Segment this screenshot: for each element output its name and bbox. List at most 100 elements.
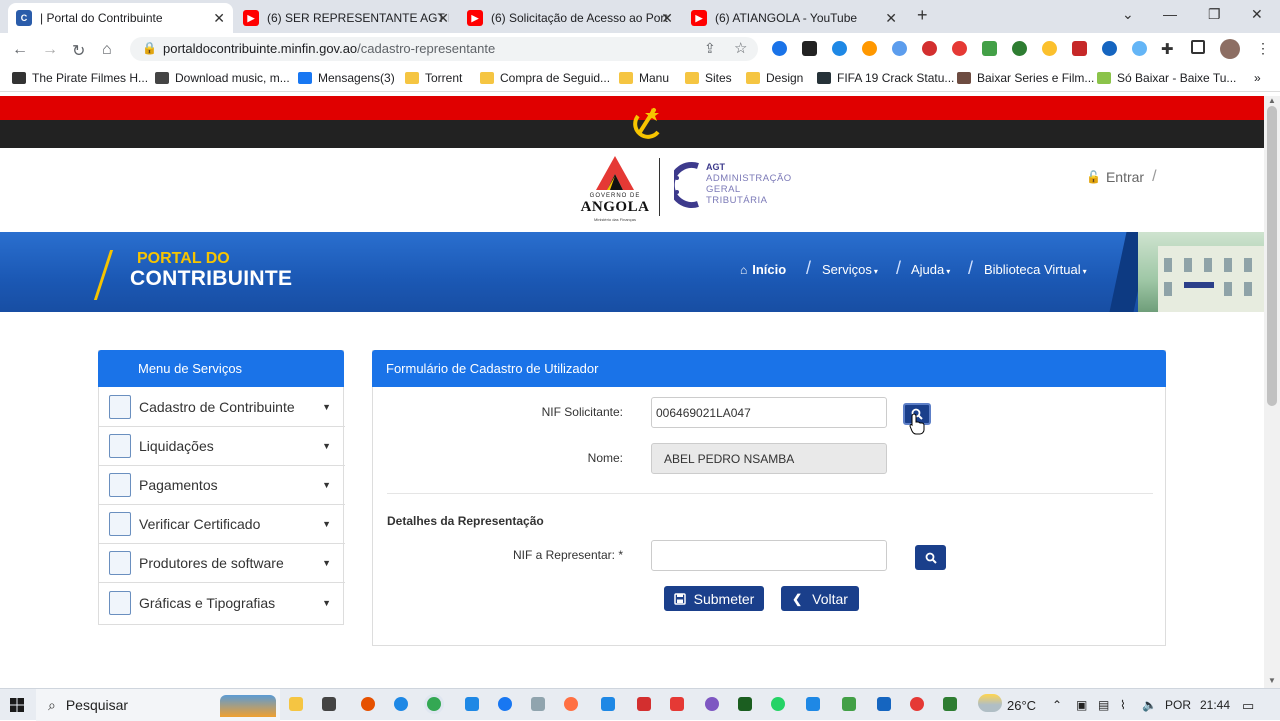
taskbar-app-icon[interactable] [943, 697, 957, 711]
extension-icon[interactable] [862, 41, 877, 56]
new-tab-button[interactable]: + [917, 5, 928, 26]
forward-arrow-icon[interactable]: → [42, 41, 58, 59]
volume-icon[interactable]: 🔈 [1142, 698, 1157, 712]
bookmark-item[interactable]: Download music, m... [155, 71, 290, 85]
firefox-icon[interactable] [564, 697, 578, 711]
notifications-icon[interactable]: ▭ [1242, 698, 1254, 714]
windows-start-icon[interactable] [10, 698, 24, 712]
excel-icon[interactable] [738, 697, 752, 711]
bookmark-folder[interactable]: Design [746, 71, 803, 85]
scroll-down-icon[interactable]: ▼ [1268, 676, 1276, 685]
extension-icon[interactable] [832, 41, 847, 56]
bookmark-folder[interactable]: Sites [685, 71, 732, 85]
taskbar-app-icon[interactable] [670, 697, 684, 711]
reload-icon[interactable]: ↻ [72, 41, 85, 61]
page-scrollbar[interactable]: ▲ ▼ [1264, 96, 1280, 688]
taskbar-app-icon[interactable] [705, 697, 719, 711]
close-tab-icon[interactable]: ✕ [437, 10, 449, 27]
extension-icon[interactable] [922, 41, 937, 56]
tab-portal-contribuinte[interactable]: C | Portal do Contribuinte ✕ [8, 3, 233, 33]
menu-item-graficas-tipografias[interactable]: Gráficas e Tipografias ▼ [99, 583, 345, 622]
bookmark-item[interactable]: FIFA 19 Crack Statu... [817, 71, 954, 85]
scrollbar-thumb[interactable] [1267, 106, 1277, 406]
extension-icon[interactable] [772, 41, 787, 56]
search-representative-button[interactable] [915, 545, 946, 570]
tab-solicitacao-acesso[interactable]: ▶ (6) Solicitação de Acesso ao Port ✕ [459, 3, 681, 33]
nav-servicos[interactable]: Serviços ▾ [822, 262, 878, 277]
weather-cloud-icon[interactable] [978, 694, 1002, 712]
login-link[interactable]: 🔓 Entrar / [1086, 168, 1157, 186]
side-panel-icon[interactable] [1191, 40, 1205, 54]
taskbar-app-icon[interactable] [910, 697, 924, 711]
extension-icon[interactable] [1072, 41, 1087, 56]
file-explorer-icon[interactable] [289, 697, 303, 711]
taskbar-app-icon[interactable] [361, 697, 375, 711]
nif-solicitante-input[interactable] [651, 397, 887, 428]
bookmark-folder[interactable]: Torrent [405, 71, 462, 85]
back-button[interactable]: ❮ Voltar [781, 586, 859, 611]
extension-icon[interactable] [982, 41, 997, 56]
nav-inicio[interactable]: ⌂ Início [740, 262, 786, 277]
back-arrow-icon[interactable]: ← [12, 41, 28, 59]
nav-ajuda[interactable]: Ajuda ▾ [911, 262, 950, 277]
bookmarks-overflow-icon[interactable]: » [1254, 71, 1261, 85]
clock-time[interactable]: 21:44 [1200, 698, 1230, 712]
whatsapp-icon[interactable] [771, 697, 785, 711]
language-indicator[interactable]: POR [1165, 698, 1191, 712]
restore-icon[interactable]: ❐ [1208, 6, 1221, 23]
browser-menu-icon[interactable]: ⋮ [1256, 40, 1270, 57]
menu-item-produtores-software[interactable]: Produtores de software ▼ [99, 544, 345, 583]
taskbar-app-icon[interactable] [806, 697, 820, 711]
bookmark-folder[interactable]: Manu [619, 71, 669, 85]
address-bar[interactable]: 🔒 portaldocontribuinte.minfin.gov.ao/cad… [130, 37, 758, 61]
extension-icon[interactable] [1132, 41, 1147, 56]
home-icon[interactable]: ⌂ [102, 41, 112, 59]
extension-icon[interactable] [802, 41, 817, 56]
extensions-puzzle-icon[interactable]: ✚ [1161, 40, 1174, 58]
close-tab-icon[interactable]: ✕ [661, 10, 673, 27]
menu-item-pagamentos[interactable]: Pagamentos ▼ [99, 466, 345, 505]
bookmark-folder[interactable]: Compra de Seguid... [480, 71, 610, 85]
network-icon[interactable]: ⌇ [1120, 698, 1126, 712]
bookmark-item[interactable]: The Pirate Filmes H... [12, 71, 148, 85]
taskbar-app-icon[interactable] [842, 697, 856, 711]
facebook-icon[interactable] [498, 697, 512, 711]
tray-app-icon[interactable]: ▤ [1098, 698, 1109, 712]
tray-chevron-up-icon[interactable]: ⌃ [1052, 698, 1062, 712]
app-grid-icon[interactable] [322, 697, 336, 711]
close-tab-icon[interactable]: ✕ [885, 10, 897, 27]
weather-temperature[interactable]: 26°C [1007, 698, 1036, 713]
close-window-icon[interactable]: ✕ [1251, 6, 1263, 23]
menu-item-cadastro-contribuinte[interactable]: Cadastro de Contribuinte ▼ [99, 388, 345, 427]
taskbar-search-box[interactable]: ⌕ Pesquisar [36, 689, 280, 721]
scroll-up-icon[interactable]: ▲ [1268, 96, 1276, 105]
bookmark-item[interactable]: Só Baixar - Baixe Tu... [1097, 71, 1236, 85]
menu-item-verificar-certificado[interactable]: Verificar Certificado ▼ [99, 505, 345, 544]
taskbar-app-icon[interactable] [601, 697, 615, 711]
extension-icon[interactable] [1012, 41, 1027, 56]
extension-icon[interactable] [892, 41, 907, 56]
tray-app-icon[interactable]: ▣ [1076, 698, 1087, 712]
nav-biblioteca-virtual[interactable]: Biblioteca Virtual ▾ [984, 262, 1087, 277]
tab-ser-representante[interactable]: ▶ (6) SER REPRESENTANTE AGT PO ✕ [235, 3, 457, 33]
bookmark-star-icon[interactable]: ☆ [734, 39, 747, 57]
edge-icon[interactable] [394, 697, 408, 711]
extension-icon[interactable] [1042, 41, 1057, 56]
bookmark-item[interactable]: Mensagens(3) [298, 71, 395, 85]
word-icon[interactable] [877, 697, 891, 711]
extension-icon[interactable] [1102, 41, 1117, 56]
taskbar-app-icon[interactable] [637, 697, 651, 711]
tab-search-chevron-icon[interactable]: ⌄ [1122, 6, 1134, 23]
share-icon[interactable]: ⇪ [704, 40, 716, 57]
tab-atiangola-youtube[interactable]: ▶ (6) ATIANGOLA - YouTube ✕ [683, 3, 905, 33]
minimize-icon[interactable]: — [1163, 6, 1177, 22]
bookmark-item[interactable]: Baixar Series e Film... [957, 71, 1094, 85]
nif-representar-input[interactable] [651, 540, 887, 571]
close-tab-icon[interactable]: ✕ [213, 10, 225, 27]
extension-icon[interactable] [952, 41, 967, 56]
profile-avatar[interactable] [1220, 39, 1240, 59]
mail-icon[interactable] [465, 697, 479, 711]
notepad-icon[interactable] [531, 697, 545, 711]
chrome-icon[interactable] [427, 697, 441, 711]
menu-item-liquidacoes[interactable]: Liquidações ▼ [99, 427, 345, 466]
